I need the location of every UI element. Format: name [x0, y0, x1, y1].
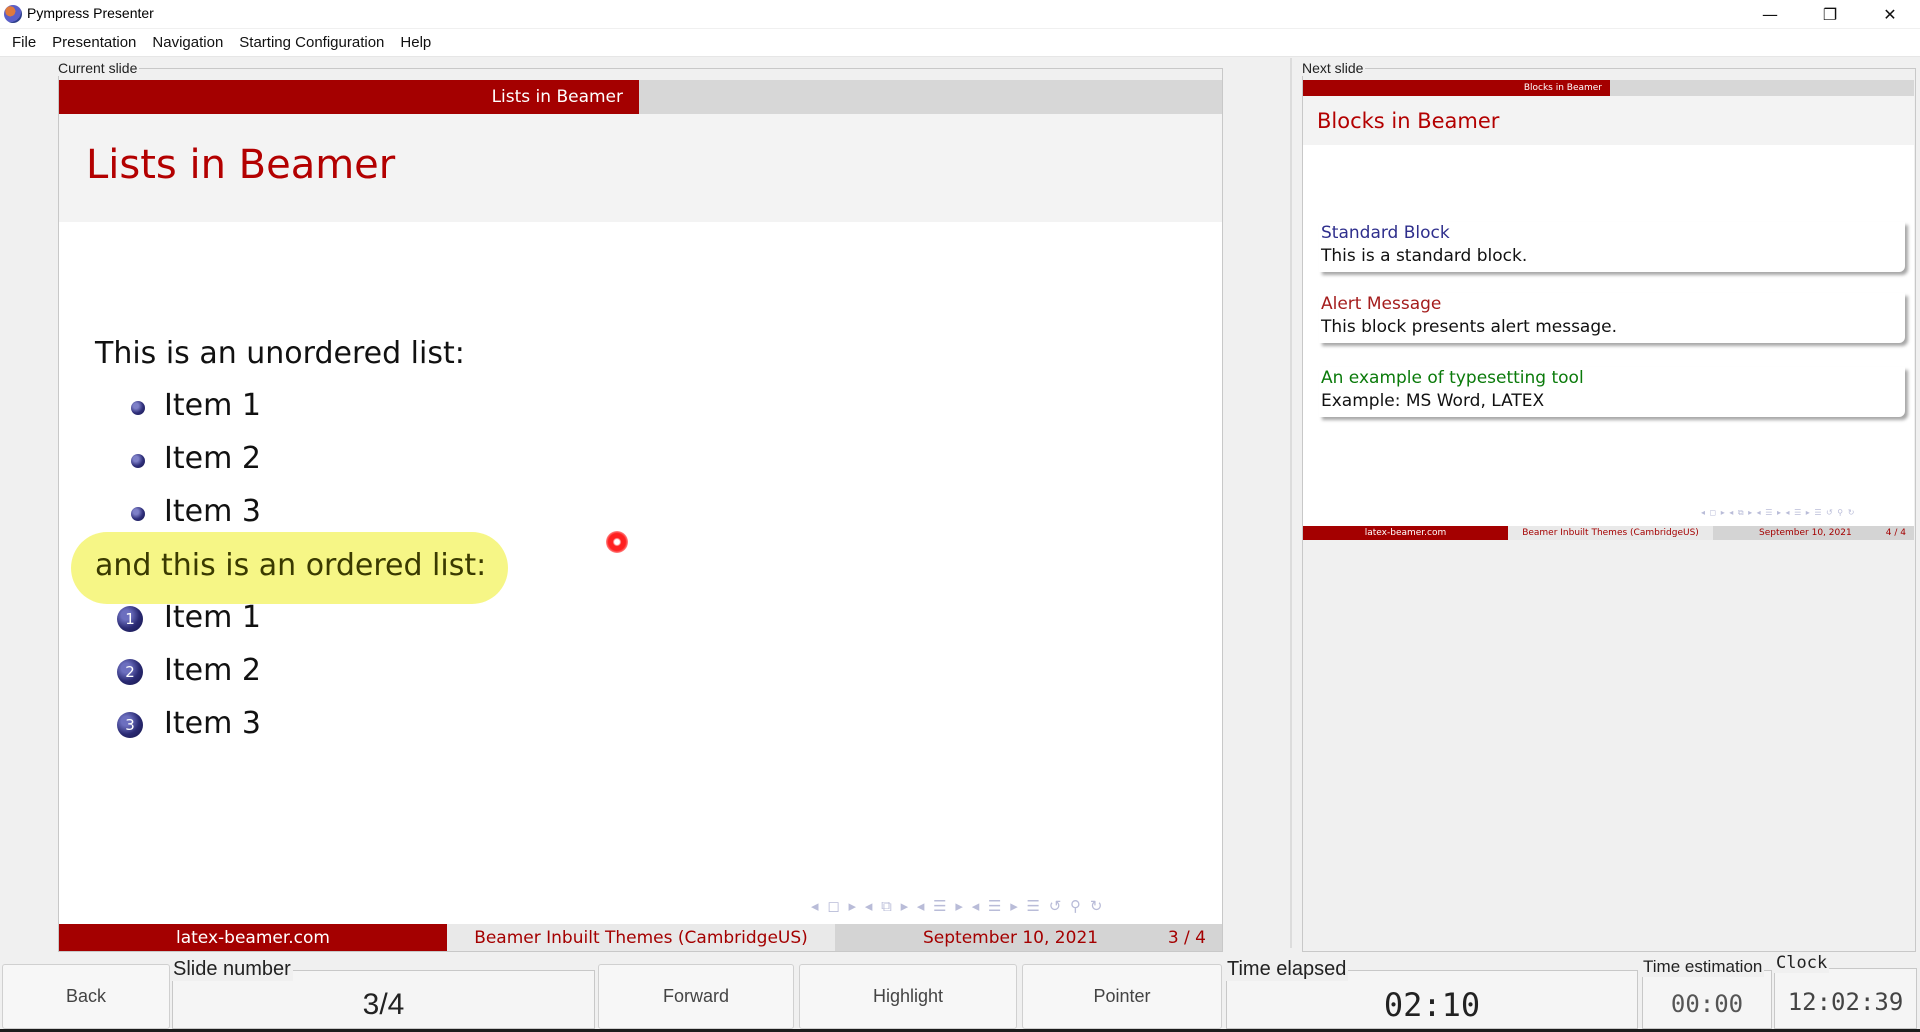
menu-file[interactable]: File [4, 34, 44, 51]
next-slide-title: Blocks in Beamer [1317, 109, 1500, 133]
ordered-item: Item 3 [164, 706, 261, 741]
block-title: An example of typesetting tool [1321, 368, 1584, 388]
next-headline-bar: Blocks in Beamer [1303, 80, 1914, 96]
footer-date: September 10, 2021 [923, 927, 1099, 948]
slide-footline: latex-beamer.com Beamer Inbuilt Themes (… [59, 924, 1222, 951]
unordered-item: Item 2 [164, 441, 261, 476]
menu-help[interactable]: Help [392, 34, 439, 51]
next-slide-label: Next slide [1300, 60, 1366, 76]
block-body: This is a standard block. [1321, 246, 1528, 266]
number-icon: 1 [117, 606, 143, 632]
unordered-item: Item 3 [164, 494, 261, 529]
beamer-navigation-icons: ◂ ◻ ▸ ◂ ⧉ ▸ ◂ ☰ ▸ ◂ ☰ ▸ ☰ ↺ ⚲ ↻ [1701, 508, 1856, 517]
unordered-intro: This is an unordered list: [95, 336, 465, 371]
minimize-button[interactable]: — [1740, 0, 1800, 28]
menu-presentation[interactable]: Presentation [44, 34, 144, 51]
block-body: Example: MS Word, LATEX [1321, 391, 1545, 411]
footer-site: latex-beamer.com [1303, 526, 1508, 540]
next-slide[interactable]: Blocks in Beamer Blocks in Beamer Standa… [1303, 80, 1914, 540]
footer-date: September 10, 2021 [1759, 528, 1852, 538]
bullet-icon [131, 507, 145, 521]
pane-divider[interactable] [1290, 58, 1292, 948]
menu-bar: File Presentation Navigation Starting Co… [0, 29, 1920, 57]
example-block: An example of typesetting tool Example: … [1319, 367, 1905, 417]
bullet-icon [131, 401, 145, 415]
slide-headline: Lists in Beamer [59, 80, 639, 114]
beamer-navigation-icons[interactable]: ◂ ◻ ▸ ◂ ⧉ ▸ ◂ ☰ ▸ ◂ ☰ ▸ ☰ ↺ ⚲ ↻ [811, 897, 1104, 915]
slide-headline-bar: Lists in Beamer [59, 80, 1222, 114]
time-elapsed-value[interactable]: 02:10 [1226, 986, 1638, 1024]
menu-starting-configuration[interactable]: Starting Configuration [231, 34, 392, 51]
back-button[interactable]: Back [2, 964, 170, 1029]
pointer-button[interactable]: Pointer [1022, 964, 1222, 1029]
alert-block: Alert Message This block presents alert … [1319, 293, 1905, 343]
slide-title: Lists in Beamer [86, 142, 396, 188]
menu-navigation[interactable]: Navigation [144, 34, 231, 51]
unordered-item: Item 1 [164, 388, 261, 423]
current-slide-label: Current slide [56, 60, 140, 76]
ordered-item: Item 1 [164, 600, 261, 635]
title-bar [0, 0, 1920, 28]
footer-theme: Beamer Inbuilt Themes (CambridgeUS) [1508, 526, 1713, 540]
footer-date-page: September 10, 2021 3 / 4 [835, 924, 1222, 951]
next-slide-footline: latex-beamer.com Beamer Inbuilt Themes (… [1303, 526, 1914, 540]
next-headline: Blocks in Beamer [1303, 80, 1610, 96]
highlight-button[interactable]: Highlight [799, 964, 1017, 1029]
slide-number-value[interactable]: 3/4 [172, 988, 595, 1022]
footer-date-page: September 10, 2021 4 / 4 [1713, 526, 1914, 540]
maximize-button[interactable]: ❐ [1800, 0, 1860, 28]
forward-button[interactable]: Forward [598, 964, 794, 1029]
ordered-intro: and this is an ordered list: [95, 548, 487, 583]
footer-site: latex-beamer.com [59, 924, 447, 951]
window-title: Pympress Presenter [27, 5, 154, 21]
laser-pointer-icon [606, 531, 628, 553]
footer-page: 3 / 4 [1167, 927, 1206, 948]
block-body: This block presents alert message. [1321, 317, 1617, 337]
block-title: Alert Message [1321, 294, 1442, 314]
clock-label: Clock [1774, 953, 1830, 973]
clock-value: 12:02:39 [1787, 988, 1904, 1016]
current-slide[interactable]: Lists in Beamer Lists in Beamer This is … [59, 80, 1222, 951]
standard-block: Standard Block This is a standard block. [1319, 222, 1905, 272]
time-elapsed-label: Time elapsed [1225, 958, 1349, 981]
number-icon: 3 [117, 712, 143, 738]
footer-page: 4 / 4 [1885, 528, 1906, 538]
time-estimation-value[interactable]: 00:00 [1642, 990, 1772, 1018]
slide-number-label: Slide number [171, 958, 293, 981]
time-estimation-label: Time estimation [1641, 957, 1765, 977]
block-title: Standard Block [1321, 223, 1450, 243]
footer-theme: Beamer Inbuilt Themes (CambridgeUS) [447, 924, 835, 951]
close-button[interactable]: ✕ [1860, 0, 1920, 28]
ordered-item: Item 2 [164, 653, 261, 688]
number-icon: 2 [117, 659, 143, 685]
app-icon [4, 5, 22, 23]
bullet-icon [131, 454, 145, 468]
